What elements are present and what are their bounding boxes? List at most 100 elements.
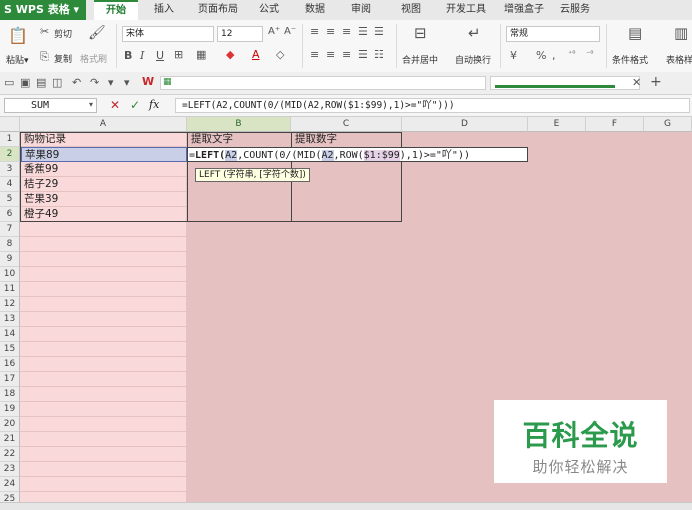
close-tab-icon[interactable]: ✕ (632, 76, 641, 89)
table-style-button[interactable]: 表格样 (666, 53, 692, 66)
cell-A3[interactable]: 香蕉99 (21, 162, 187, 177)
copy-icon[interactable]: ⎘ (40, 50, 49, 64)
row-header[interactable]: 12 (0, 297, 20, 312)
row-header[interactable]: 17 (0, 372, 20, 387)
row-header[interactable]: 10 (0, 267, 20, 282)
merge-center-button[interactable]: 合并居中 (402, 53, 438, 66)
column-header[interactable]: G (644, 117, 692, 132)
paste-button[interactable]: 粘贴▾ (6, 53, 29, 66)
insert-function-button[interactable]: fx (149, 98, 159, 111)
fill-color-icon[interactable]: ◆ (226, 48, 234, 61)
distributed-icon[interactable]: ☷ (374, 48, 384, 61)
row-header[interactable]: 14 (0, 327, 20, 342)
tab-formulas[interactable]: 公式 (252, 0, 286, 20)
row-header[interactable]: 2 (0, 147, 20, 162)
wrap-text-button[interactable]: 自动换行 (455, 53, 491, 66)
row-header[interactable]: 20 (0, 417, 20, 432)
row-header[interactable]: 6 (0, 207, 20, 222)
paste-icon[interactable]: 📋 (8, 26, 28, 45)
conditional-format-button[interactable]: 条件格式 (612, 53, 648, 66)
column-header[interactable]: E (528, 117, 586, 132)
wrap-text-icon[interactable]: ↵ (468, 24, 481, 42)
italic-button[interactable]: I (140, 49, 144, 62)
document-tab[interactable]: ▦ (160, 76, 486, 90)
select-all-corner[interactable] (0, 117, 20, 132)
decrease-decimal-icon[interactable]: ⁻⁰ (586, 49, 593, 58)
row-header[interactable]: 23 (0, 462, 20, 477)
row-header[interactable]: 1 (0, 132, 20, 147)
tab-data[interactable]: 数据 (298, 0, 332, 20)
tab-view[interactable]: 视图 (394, 0, 428, 20)
row-header[interactable]: 16 (0, 357, 20, 372)
column-header[interactable]: D (402, 117, 528, 132)
dropdown-icon[interactable]: ▾ (124, 76, 130, 89)
format-painter-icon[interactable]: 🖌 (88, 25, 106, 41)
font-name-select[interactable]: 宋体 (122, 26, 214, 42)
cancel-icon[interactable]: ✕ (110, 98, 120, 112)
row-header[interactable]: 15 (0, 342, 20, 357)
column-header[interactable]: A (20, 117, 187, 132)
tab-page-layout[interactable]: 页面布局 (192, 0, 244, 20)
merge-cells-icon[interactable]: ⊟ (414, 24, 427, 42)
column-header[interactable]: C (291, 117, 402, 132)
row-header[interactable]: 11 (0, 282, 20, 297)
increase-decimal-icon[interactable]: ⁺⁰ (568, 49, 575, 58)
table-style-icon[interactable]: ▥ (674, 24, 688, 42)
name-box-dropdown-icon[interactable]: ▾ (89, 100, 93, 109)
print-preview-icon[interactable]: ◫ (52, 76, 62, 89)
print-icon[interactable]: ▤ (36, 76, 46, 89)
cell-A2-referenced[interactable]: 苹果89 (21, 147, 187, 162)
cell-C1[interactable]: 提取数字 (292, 132, 401, 147)
cell-A6[interactable]: 橙子49 (21, 207, 187, 222)
bold-button[interactable]: B (124, 49, 132, 62)
row-header[interactable]: 21 (0, 432, 20, 447)
grow-font-button[interactable]: A⁺ (268, 26, 280, 37)
row-header[interactable]: 13 (0, 312, 20, 327)
percent-button[interactable]: % (536, 49, 546, 62)
copy-button[interactable]: 复制 (54, 52, 72, 65)
shrink-font-button[interactable]: A⁻ (284, 26, 296, 37)
cell-B1[interactable]: 提取文字 (188, 132, 291, 147)
tab-home[interactable]: 开始 (94, 0, 138, 20)
row-header[interactable]: 19 (0, 402, 20, 417)
scissors-icon[interactable]: ✂ (40, 25, 49, 38)
row-header[interactable]: 25 (0, 492, 20, 502)
align-right-icon[interactable]: ≡ (342, 48, 351, 61)
tab-developer[interactable]: 开发工具 (440, 0, 492, 20)
row-header[interactable]: 7 (0, 222, 20, 237)
column-header[interactable]: B (187, 117, 291, 132)
confirm-icon[interactable]: ✓ (130, 98, 140, 112)
customize-icon[interactable]: ▾ (108, 76, 114, 89)
row-header[interactable]: 4 (0, 177, 20, 192)
indent-icon[interactable]: ☰ (358, 25, 368, 38)
outdent-icon[interactable]: ☰ (374, 25, 384, 38)
formula-input[interactable]: =LEFT(A2,COUNT(0/(MID(A2,ROW($1:$99),1)>… (175, 98, 690, 113)
align-left-icon[interactable]: ≡ (310, 48, 319, 61)
cell-A1[interactable]: 购物记录 (21, 132, 187, 147)
row-header[interactable]: 18 (0, 387, 20, 402)
cell-A5[interactable]: 芒果39 (21, 192, 187, 207)
currency-icon[interactable]: ¥ (510, 49, 517, 62)
redo-icon[interactable]: ↷ (90, 76, 99, 89)
tab-review[interactable]: 审阅 (344, 0, 378, 20)
number-format-select[interactable]: 常规 (506, 26, 600, 42)
row-header[interactable]: 24 (0, 477, 20, 492)
font-color-icon[interactable]: A (252, 48, 260, 61)
conditional-format-icon[interactable]: ▤ (628, 24, 642, 42)
align-top-icon[interactable]: ≡ (310, 25, 319, 38)
row-header[interactable]: 3 (0, 162, 20, 177)
fill-grid-icon[interactable]: ▦ (196, 48, 206, 61)
name-box[interactable]: SUM (4, 98, 97, 113)
app-menu-button[interactable]: S WPS 表格 ▾ (0, 0, 86, 20)
new-tab-icon[interactable]: + (650, 74, 662, 90)
tab-insert[interactable]: 插入 (146, 0, 182, 20)
row-header[interactable]: 9 (0, 252, 20, 267)
font-size-select[interactable]: 12 (217, 26, 263, 42)
format-painter-button[interactable]: 格式刷 (80, 52, 107, 65)
underline-button[interactable]: U (156, 49, 164, 62)
borders-icon[interactable]: ⊞ (174, 48, 183, 61)
align-bottom-icon[interactable]: ≡ (342, 25, 351, 38)
clear-format-icon[interactable]: ◇ (276, 48, 284, 61)
row-header[interactable]: 8 (0, 237, 20, 252)
undo-icon[interactable]: ↶ (72, 76, 81, 89)
